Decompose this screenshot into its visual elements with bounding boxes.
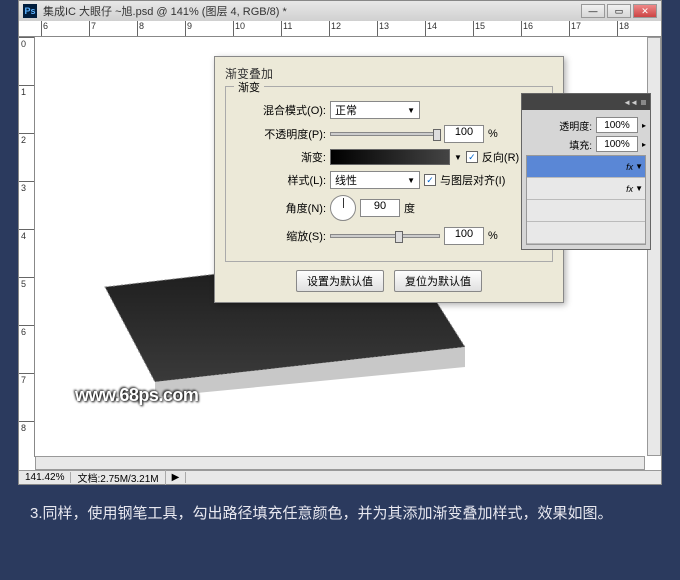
opacity-input[interactable]: 100 bbox=[444, 125, 484, 143]
minimize-button[interactable]: — bbox=[581, 4, 605, 18]
reverse-label: 反向(R) bbox=[482, 149, 519, 165]
tutorial-step-text: 3.同样，使用钢笔工具，勾出路径填充任意颜色，并为其添加渐变叠加样式，效果如图。 bbox=[30, 500, 650, 527]
dropdown-arrow-icon: ▼ bbox=[407, 176, 415, 185]
panel-collapse-icon[interactable]: ◄◄ bbox=[623, 98, 637, 107]
scale-slider[interactable] bbox=[330, 234, 440, 238]
layer-item[interactable]: fx ▼ bbox=[527, 178, 645, 200]
dropdown-arrow-icon[interactable]: ▸ bbox=[642, 140, 646, 149]
angle-dial[interactable] bbox=[330, 195, 356, 221]
style-select[interactable]: 线性▼ bbox=[330, 171, 420, 189]
statusbar-arrow-icon[interactable]: ▶ bbox=[166, 472, 187, 483]
photoshop-window: Ps 集成IC 大眼仔 ~旭.psd @ 141% (图层 4, RGB/8) … bbox=[18, 0, 662, 485]
fx-expand-icon[interactable]: ▼ bbox=[635, 162, 643, 171]
gradient-label: 渐变: bbox=[236, 149, 326, 165]
align-checkbox[interactable]: ✓ bbox=[424, 174, 436, 186]
align-label: 与图层对齐(I) bbox=[440, 172, 505, 188]
fieldset-legend: 渐变 bbox=[234, 79, 264, 95]
panel-opacity-label: 透明度: bbox=[559, 118, 592, 133]
opacity-slider[interactable] bbox=[330, 132, 440, 136]
panel-tabbar[interactable]: ◄◄ bbox=[522, 94, 650, 110]
fx-icon[interactable]: fx bbox=[626, 184, 633, 194]
panel-fill-input[interactable]: 100% bbox=[596, 136, 638, 152]
layer-list: fx ▼ fx ▼ bbox=[526, 155, 646, 245]
blend-mode-label: 混合模式(O): bbox=[236, 102, 326, 118]
style-label: 样式(L): bbox=[236, 172, 326, 188]
gradient-overlay-dialog: 渐变叠加 渐变 混合模式(O): 正常▼ 不透明度(P): 100 % bbox=[214, 56, 564, 303]
maximize-button[interactable]: ▭ bbox=[607, 4, 631, 18]
layers-panel: ◄◄ 透明度: 100% ▸ 填充: 100% ▸ fx ▼ bbox=[521, 93, 651, 250]
layer-item[interactable]: fx ▼ bbox=[527, 156, 645, 178]
horizontal-scrollbar[interactable] bbox=[35, 456, 645, 470]
panel-fill-label: 填充: bbox=[569, 137, 592, 152]
layer-item[interactable] bbox=[527, 200, 645, 222]
gradient-picker[interactable] bbox=[330, 149, 450, 165]
set-default-button[interactable]: 设置为默认值 bbox=[296, 270, 384, 292]
dialog-title: 渐变叠加 bbox=[219, 63, 559, 84]
blend-mode-select[interactable]: 正常▼ bbox=[330, 101, 420, 119]
angle-label: 角度(N): bbox=[236, 200, 326, 216]
layer-item[interactable] bbox=[527, 222, 645, 244]
dropdown-arrow-icon[interactable]: ▸ bbox=[642, 121, 646, 130]
panel-menu-icon[interactable] bbox=[641, 100, 646, 105]
scale-input[interactable]: 100 bbox=[444, 227, 484, 245]
titlebar: Ps 集成IC 大眼仔 ~旭.psd @ 141% (图层 4, RGB/8) … bbox=[19, 1, 661, 21]
opacity-label: 不透明度(P): bbox=[236, 126, 326, 142]
scale-label: 缩放(S): bbox=[236, 228, 326, 244]
reset-default-button[interactable]: 复位为默认值 bbox=[394, 270, 482, 292]
site-watermark: www.68ps.com bbox=[75, 385, 198, 406]
fx-icon[interactable]: fx bbox=[626, 162, 633, 172]
fx-expand-icon[interactable]: ▼ bbox=[635, 184, 643, 193]
ps-app-icon: Ps bbox=[23, 4, 37, 18]
doc-size: 文档:2.75M/3.21M bbox=[71, 470, 165, 485]
dropdown-arrow-icon: ▼ bbox=[407, 106, 415, 115]
document-title: 集成IC 大眼仔 ~旭.psd @ 141% (图层 4, RGB/8) * bbox=[43, 3, 581, 19]
zoom-level[interactable]: 141.42% bbox=[19, 472, 71, 483]
vertical-ruler: 012345678 bbox=[19, 37, 35, 457]
reverse-checkbox[interactable]: ✓ bbox=[466, 151, 478, 163]
close-button[interactable]: ✕ bbox=[633, 4, 657, 18]
dropdown-arrow-icon[interactable]: ▼ bbox=[454, 153, 462, 162]
angle-input[interactable]: 90 bbox=[360, 199, 400, 217]
panel-opacity-input[interactable]: 100% bbox=[596, 117, 638, 133]
statusbar: 141.42% 文档:2.75M/3.21M ▶ bbox=[19, 470, 661, 484]
horizontal-ruler: 678910111213141516171819202122 bbox=[19, 21, 661, 37]
